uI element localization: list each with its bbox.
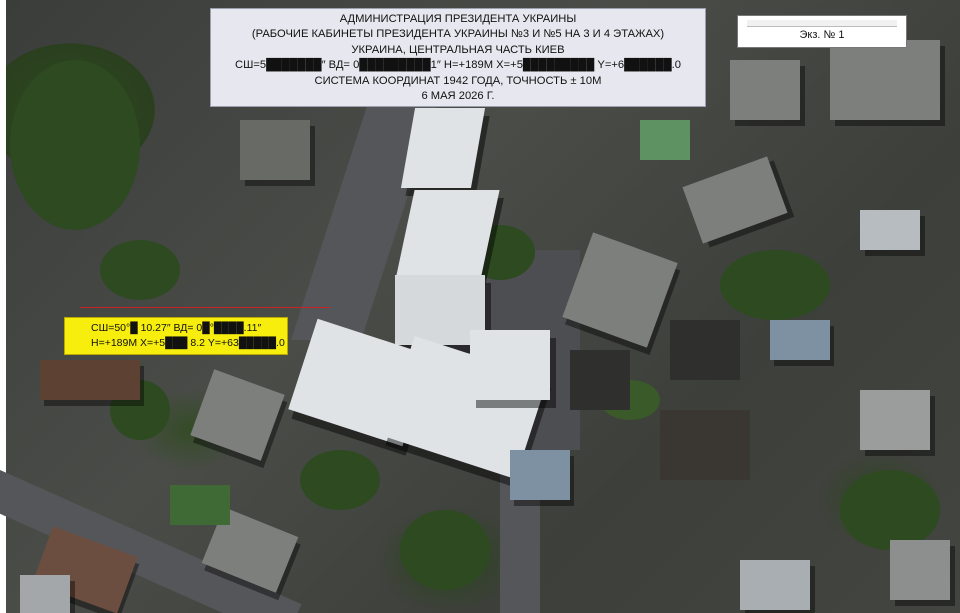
target-coordinates-line-2: Н=+189М Х=+5███ 8.2 Y=+63█████.0 <box>91 337 285 349</box>
satellite-map: СШ=50°█ 10.27″ ВД= 0█°████.11″ Н=+189М Х… <box>0 0 960 613</box>
building <box>860 210 920 250</box>
copy-number-text: Экз. № 1 <box>799 29 845 41</box>
building <box>890 540 950 600</box>
building <box>730 60 800 120</box>
building <box>770 320 830 360</box>
title-line-2: (РАБОЧИЕ КАБИНЕТЫ ПРЕЗИДЕНТА УКРАИНЫ №3 … <box>251 28 665 41</box>
building-north-wing <box>400 108 486 188</box>
target-coordinates-label: СШ=50°█ 10.27″ ВД= 0█°████.11″ Н=+189М Х… <box>64 317 288 355</box>
green-roof-building <box>170 485 230 525</box>
building <box>740 560 810 610</box>
trees <box>300 450 380 510</box>
building <box>860 390 930 450</box>
building <box>40 360 140 400</box>
title-line-1: АДМИНИСТРАЦИЯ ПРЕЗИДЕНТА УКРАИНЫ <box>339 13 577 25</box>
title-line-3: УКРАИНА, ЦЕНТРАЛЬНАЯ ЧАСТЬ КИЕВ <box>351 43 565 56</box>
map-title-block: АДМИНИСТРАЦИЯ ПРЕЗИДЕНТА УКРАИНЫ (РАБОЧИ… <box>210 8 706 107</box>
copy-number-label: Экз. № 1 <box>737 15 907 48</box>
title-line-5: СИСТЕМА КООРДИНАТ 1942 ГОДА, ТОЧНОСТЬ ± … <box>314 74 602 87</box>
title-line-4: СШ=5███████″ ВД= 0█████████1″ Н=+189М Х=… <box>235 59 681 72</box>
redacted-stamp <box>747 20 897 27</box>
title-line-6: 6 МАЯ 2026 Г. <box>421 90 495 103</box>
map-left-border <box>0 0 6 613</box>
building <box>240 120 310 180</box>
building <box>660 410 750 480</box>
trees <box>400 510 490 590</box>
building <box>570 350 630 410</box>
building <box>510 450 570 500</box>
building <box>190 369 285 461</box>
trees <box>840 470 940 550</box>
park-trees <box>10 60 140 230</box>
trees <box>100 240 180 300</box>
target-coordinates-line-1: СШ=50°█ 10.27″ ВД= 0█°████.11″ <box>91 322 262 334</box>
building <box>670 320 740 380</box>
building <box>20 575 70 613</box>
building <box>682 156 788 244</box>
trees <box>720 250 830 320</box>
target-leader-line <box>80 307 330 308</box>
green-roof-building <box>640 120 690 160</box>
building <box>830 40 940 120</box>
building-east-wing <box>470 330 550 400</box>
